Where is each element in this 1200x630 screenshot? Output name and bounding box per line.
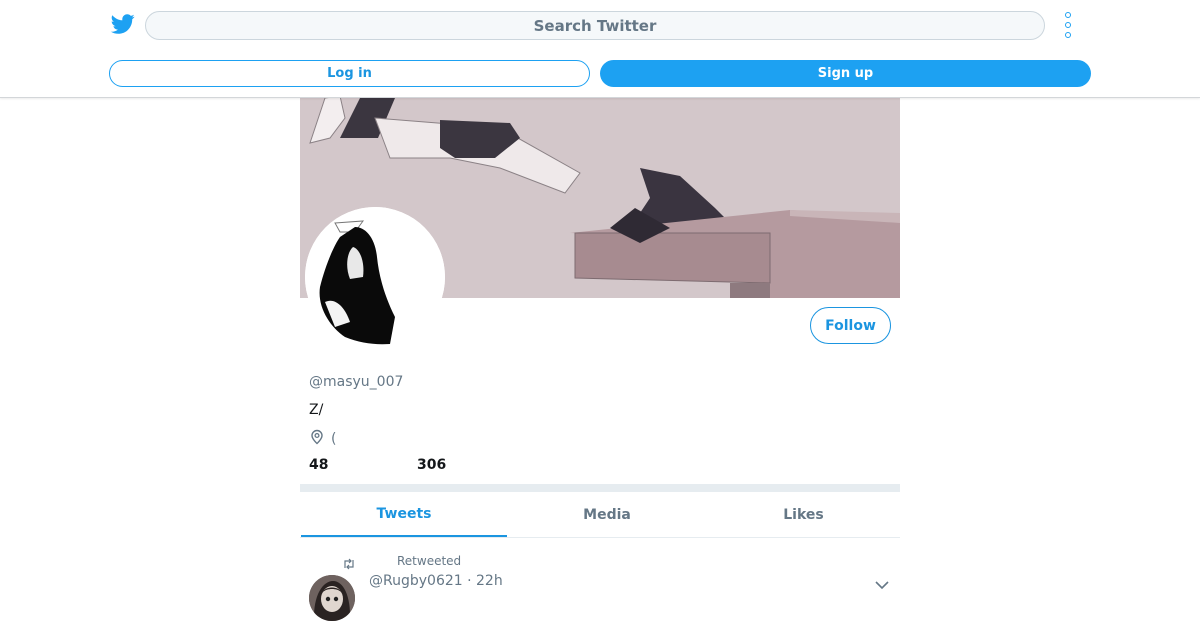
tab-likes[interactable]: Likes [707, 492, 900, 537]
more-options-icon[interactable] [1060, 12, 1076, 38]
login-button[interactable]: Log in [109, 60, 590, 87]
tweet-meta[interactable]: @Rugby0621 · 22h [369, 573, 503, 589]
twitter-bird-icon[interactable] [110, 12, 136, 36]
profile-location: ( [309, 429, 336, 449]
follow-button[interactable]: Follow [810, 307, 891, 344]
search-input[interactable]: Search Twitter [145, 11, 1045, 40]
top-header: Search Twitter Log in Sign up [0, 0, 1200, 98]
profile-tabs: Tweets Media Likes [300, 492, 900, 538]
retweet-icon [342, 555, 356, 570]
profile-stat-1[interactable]: 48 [309, 457, 328, 473]
location-text: ( [331, 431, 337, 447]
tab-media[interactable]: Media [507, 492, 707, 537]
profile-handle: @masyu_007 [309, 374, 404, 390]
profile-bio: Z/ [309, 402, 324, 418]
profile-avatar[interactable] [305, 207, 445, 347]
retweet-label: Retweeted [397, 554, 462, 568]
chevron-down-icon[interactable] [874, 576, 890, 590]
tab-tweets[interactable]: Tweets [301, 492, 507, 537]
location-pin-icon [309, 429, 325, 449]
section-divider [300, 484, 900, 492]
profile-stat-2[interactable]: 306 [417, 457, 446, 473]
signup-button[interactable]: Sign up [600, 60, 1091, 87]
tweet-author-avatar[interactable] [309, 575, 355, 621]
